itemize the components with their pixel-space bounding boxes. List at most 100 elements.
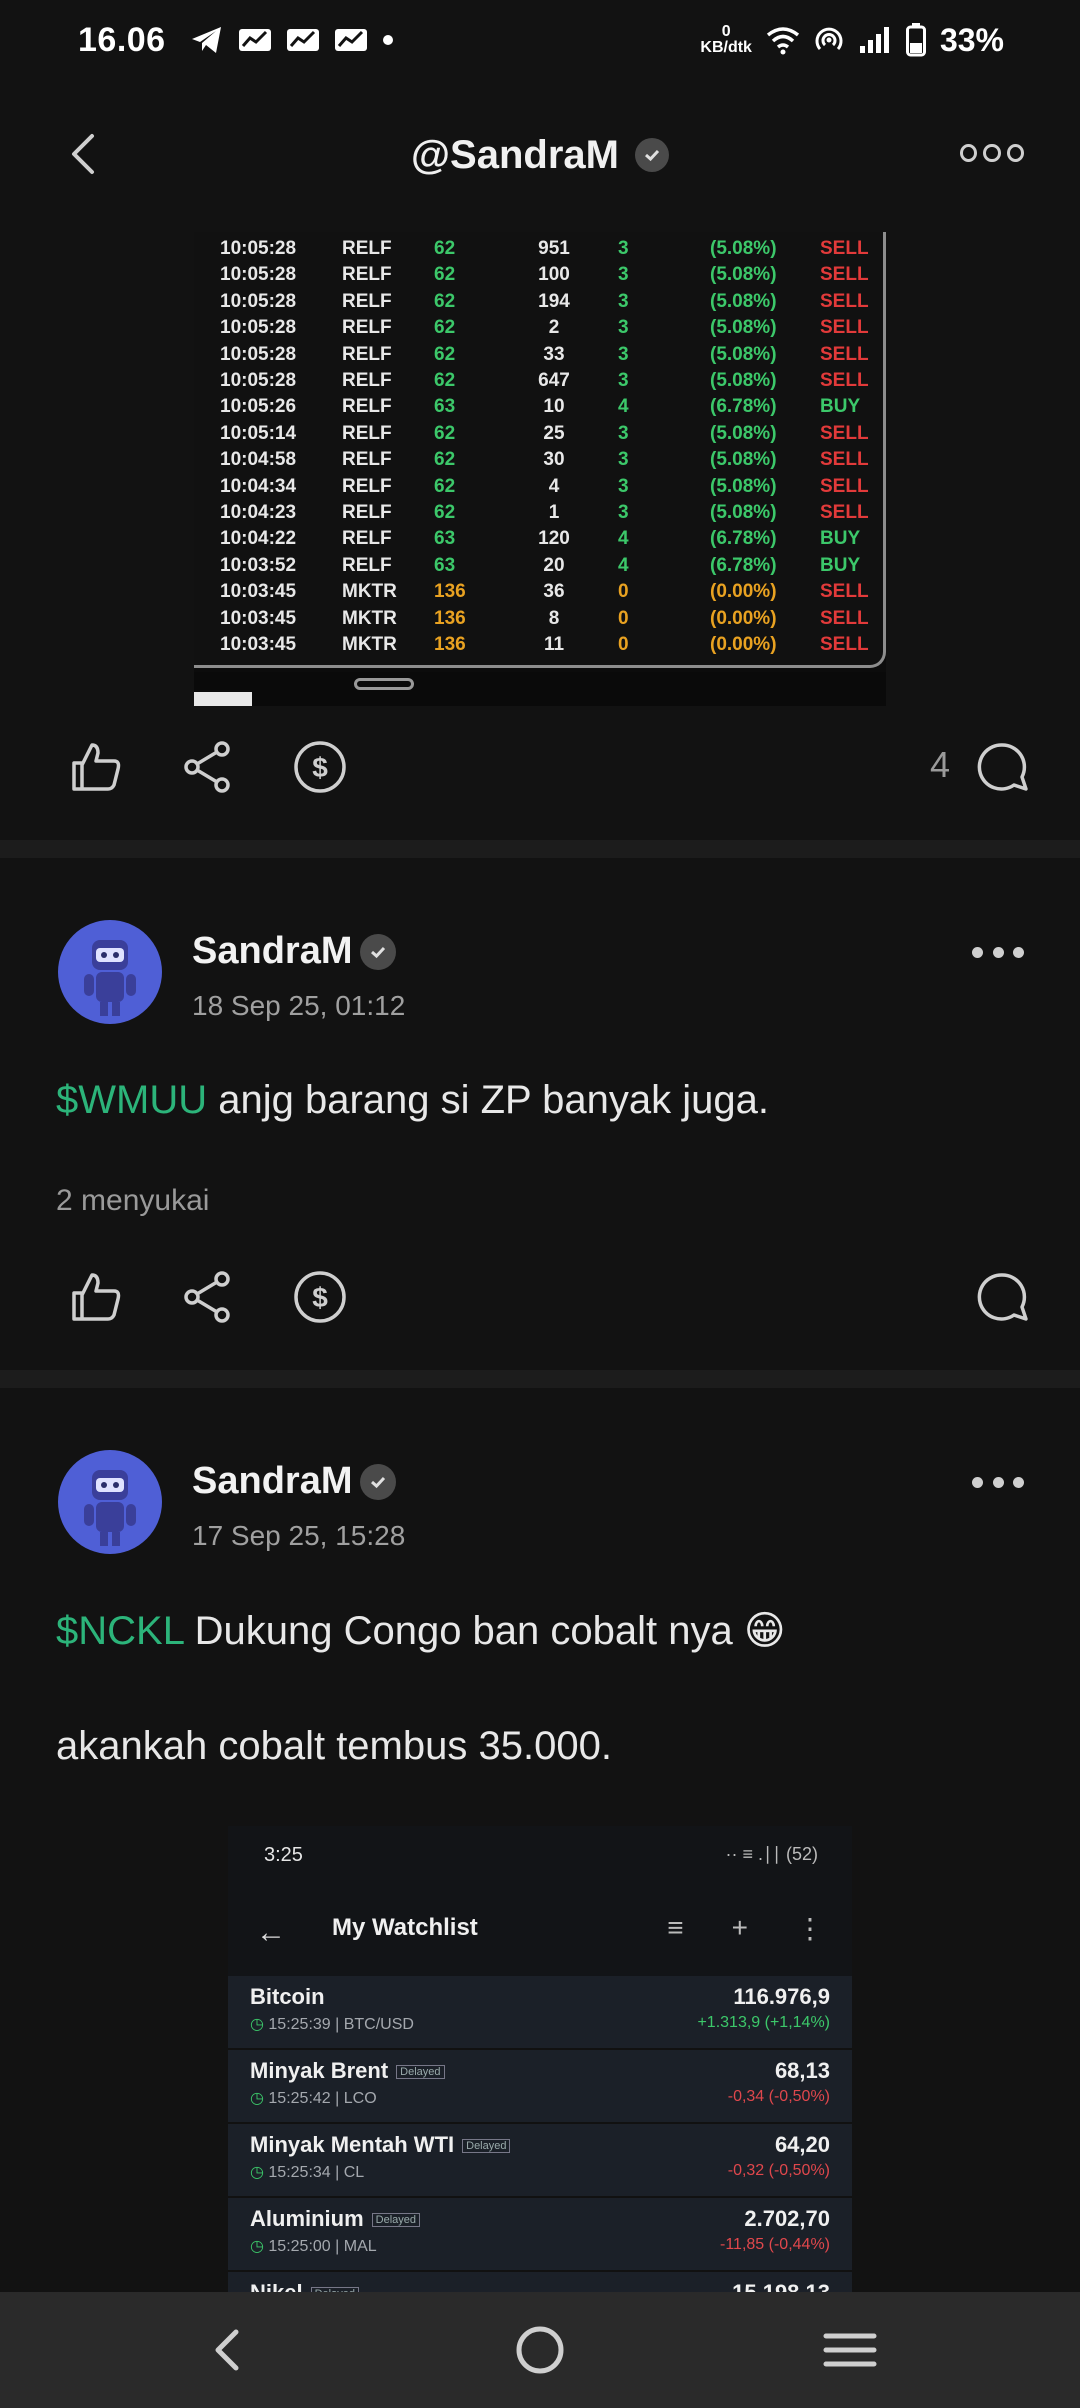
instrument-name: Bitcoin <box>250 1984 325 2010</box>
trade-side: SELL <box>820 502 869 523</box>
app-header: @SandraM <box>0 100 1080 210</box>
instrument-name: Aluminium Delayed <box>250 2206 421 2232</box>
trade-time: 10:04:34 <box>220 475 297 497</box>
avatar[interactable] <box>58 920 162 1024</box>
trade-price: 62 <box>434 238 456 259</box>
post-more-button[interactable] <box>972 947 1024 961</box>
instrument-sub: ◷ 15:25:34 | CL <box>250 2162 364 2182</box>
trade-side: SELL <box>820 475 869 497</box>
nav-recents-icon[interactable] <box>820 2320 880 2380</box>
trade-price: 62 <box>434 449 456 471</box>
image-fragment <box>354 678 414 690</box>
like-icon[interactable] <box>68 1269 124 1325</box>
trade-time: 10:03:52 <box>220 554 297 576</box>
trade-volume: 951 <box>538 238 570 259</box>
nav-home-icon[interactable] <box>510 2320 570 2380</box>
trade-volume: 25 <box>543 422 565 444</box>
trade-side: SELL <box>820 238 869 259</box>
tip-dollar-icon[interactable]: $ <box>292 739 348 795</box>
trade-row: 10:05:28 RELF 62 100 3 (5.08%) SELL <box>194 262 886 288</box>
share-icon[interactable] <box>180 1269 236 1325</box>
instrument-sub-text: 15:25:42 | LCO <box>268 2090 377 2107</box>
ticker-link[interactable]: $NCKL <box>56 1609 183 1653</box>
trade-price: 62 <box>434 264 456 286</box>
comment-icon[interactable] <box>974 739 1030 795</box>
trade-volume: 11 <box>543 634 565 655</box>
post-more-button[interactable] <box>972 1477 1024 1491</box>
instrument-name-text: Aluminium <box>250 2206 364 2231</box>
trade-time: 10:05:28 <box>220 343 297 365</box>
instrument-name-text: Minyak Mentah WTI <box>250 2132 455 2157</box>
robot-avatar-icon <box>84 1470 136 1546</box>
trade-price: 62 <box>434 290 456 312</box>
trade-code: RELF <box>342 264 392 286</box>
trade-percent: (5.08%) <box>710 264 777 286</box>
dot-icon <box>382 35 393 45</box>
trade-code: MKTR <box>342 607 397 629</box>
trade-row: 10:05:28 RELF 62 33 3 (5.08%) SELL <box>194 342 886 368</box>
wifi-icon <box>766 27 800 55</box>
more-dot-icon <box>1006 144 1024 162</box>
comment-icon[interactable] <box>974 1269 1030 1325</box>
trade-change: 3 <box>618 370 629 391</box>
trade-row: 10:05:28 RELF 62 194 3 (5.08%) SELL <box>194 289 886 315</box>
trade-side: SELL <box>820 634 869 655</box>
trade-time: 10:04:58 <box>220 449 297 471</box>
trade-change: 3 <box>618 343 629 365</box>
post-date: 18 Sep 25, 01:12 <box>192 990 406 1021</box>
share-icon[interactable] <box>180 739 236 795</box>
post-action-bar: $ 4 <box>0 722 1080 812</box>
trade-side: SELL <box>820 607 869 629</box>
trade-time: 10:05:28 <box>220 264 297 286</box>
back-arrow-icon[interactable] <box>60 128 112 180</box>
trade-side: SELL <box>820 264 869 286</box>
more-options-button[interactable] <box>960 138 1024 168</box>
likes-count[interactable]: 2 menyukai <box>56 1184 209 1218</box>
trade-percent: (6.78%) <box>710 528 777 550</box>
trade-code: RELF <box>342 502 392 523</box>
status-time: 16.06 <box>78 20 166 59</box>
post-image-trade-table[interactable]: 10:05:28 RELF 62 951 3 (5.08%) SELL 10:05:28 REL… <box>194 232 886 706</box>
trade-row: 10:05:28 RELF 62 951 3 (5.08%) SELL <box>194 236 886 262</box>
trade-time: 10:05:28 <box>220 317 297 339</box>
trade-code: RELF <box>342 554 392 576</box>
trade-code: MKTR <box>342 634 397 655</box>
post-author[interactable]: SandraM <box>192 1460 352 1503</box>
trade-side: SELL <box>820 317 869 339</box>
trade-volume: 100 <box>538 264 570 286</box>
trade-price: 63 <box>434 554 456 576</box>
watchlist-row: Aluminium Delayed ◷ 15:25:00 | MAL 2.702,70… <box>228 2198 852 2272</box>
trade-row: 10:04:34 RELF 62 4 3 (5.08%) SELL <box>194 474 886 500</box>
trade-price: 63 <box>434 528 456 550</box>
svg-text:$: $ <box>312 1282 328 1313</box>
instrument-price: 116.976,9 <box>733 1984 830 2009</box>
trade-code: RELF <box>342 396 392 418</box>
trade-change: 4 <box>618 528 629 550</box>
post-image-watchlist[interactable]: 3:25 ·· ≡ .∣∣ (52) ← My Watchlist ≡ + ⋮ … <box>228 1826 852 2296</box>
trade-side: SELL <box>820 449 869 471</box>
comment-count: 4 <box>930 744 951 785</box>
trade-side: BUY <box>820 554 861 576</box>
trade-volume: 2 <box>548 317 560 339</box>
like-icon[interactable] <box>68 739 124 795</box>
instrument-name: Minyak Mentah WTI Delayed <box>250 2132 511 2158</box>
instrument-sub: ◷ 15:25:42 | LCO <box>250 2088 377 2108</box>
delayed-tag: Delayed <box>462 2139 511 2154</box>
page-title: @SandraM <box>411 132 619 177</box>
trade-time: 10:04:22 <box>220 528 297 550</box>
instrument-change: -11,85 (-0,44%) <box>720 2236 830 2253</box>
tip-dollar-icon[interactable]: $ <box>292 1269 348 1325</box>
image-bottom-strip <box>194 672 886 706</box>
clock-icon: ◷ <box>250 2164 269 2181</box>
trade-volume: 30 <box>543 449 565 471</box>
ticker-link[interactable]: $WMUU <box>56 1078 207 1122</box>
trade-row: 10:04:58 RELF 62 30 3 (5.08%) SELL <box>194 447 886 473</box>
post-text: Dukung Congo ban cobalt nya 😁 <box>183 1609 786 1653</box>
trade-price: 62 <box>434 475 456 497</box>
post-author[interactable]: SandraM <box>192 930 352 973</box>
watchlist-row: Minyak Brent Delayed ◷ 15:25:42 | LCO 68,13… <box>228 2050 852 2124</box>
nav-back-icon[interactable] <box>198 2320 258 2380</box>
trade-row: 10:04:22 RELF 63 120 4 (6.78%) BUY <box>194 526 886 552</box>
avatar[interactable] <box>58 1450 162 1554</box>
instrument-change: +1.313,9 (+1,14%) <box>697 2014 830 2031</box>
